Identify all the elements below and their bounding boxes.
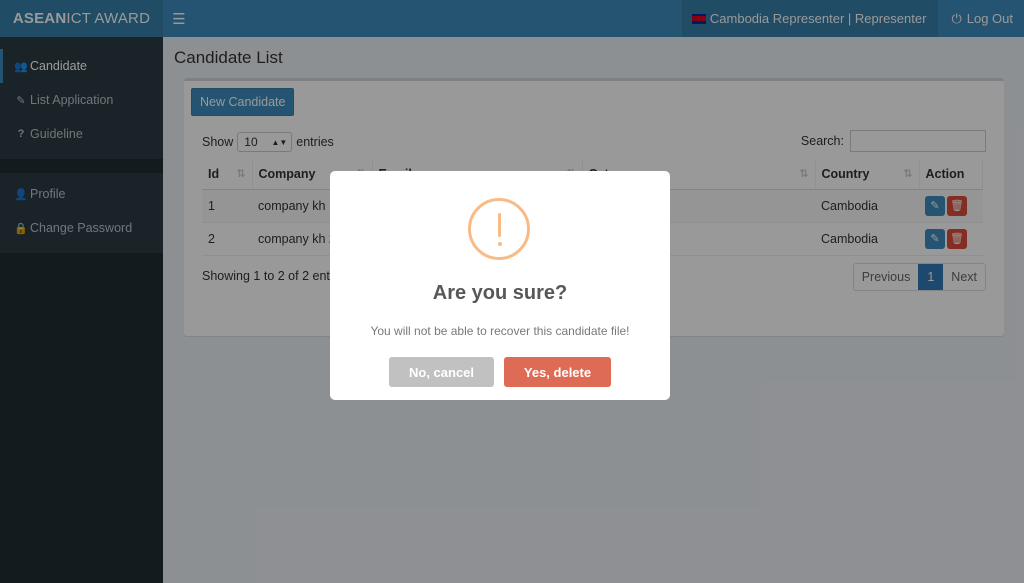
confirm-delete-button[interactable]: Yes, delete (504, 357, 611, 387)
dialog-text: You will not be able to recover this can… (370, 324, 630, 338)
confirm-dialog: Are you sure? You will not be able to re… (330, 171, 670, 400)
dialog-title: Are you sure? (432, 282, 568, 304)
warning-icon-bar (498, 213, 501, 237)
warning-icon (468, 198, 530, 260)
warning-icon-dot (497, 242, 502, 246)
cancel-button[interactable]: No, cancel (389, 357, 494, 387)
